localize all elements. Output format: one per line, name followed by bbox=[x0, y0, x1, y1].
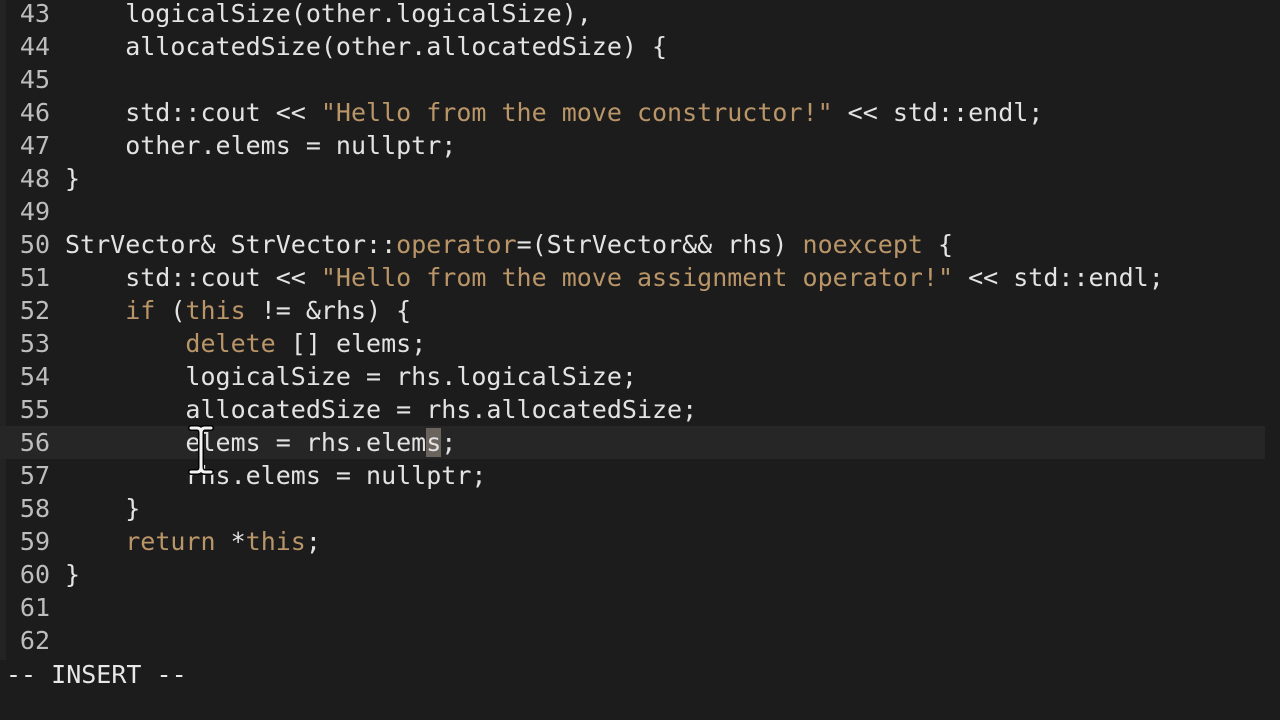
line-number: 52 bbox=[19, 296, 50, 325]
code-token: other.elems = nullptr; bbox=[65, 131, 457, 160]
code-token: return bbox=[125, 527, 216, 556]
code-line[interactable]: 49 bbox=[0, 195, 1265, 228]
line-code[interactable]: } bbox=[65, 558, 80, 591]
line-number: 50 bbox=[19, 230, 50, 259]
text-cursor: s bbox=[426, 428, 442, 457]
text-cursor-ibeam-icon bbox=[188, 425, 214, 475]
code-line[interactable]: 53 delete [] elems; bbox=[0, 327, 1265, 360]
line-code[interactable]: return *this; bbox=[65, 525, 321, 558]
code-token: delete bbox=[185, 329, 276, 358]
line-code[interactable]: allocatedSize(other.allocatedSize) { bbox=[65, 30, 667, 63]
code-token: "Hello from the move constructor!" bbox=[320, 98, 833, 127]
code-line[interactable]: 51 std::cout << "Hello from the move ass… bbox=[0, 261, 1265, 294]
line-number: 59 bbox=[19, 527, 50, 556]
line-code[interactable]: delete [] elems; bbox=[65, 327, 426, 360]
code-line[interactable]: 54 logicalSize = rhs.logicalSize; bbox=[0, 360, 1265, 393]
line-code[interactable]: other.elems = nullptr; bbox=[65, 129, 456, 162]
code-token: this bbox=[245, 527, 306, 556]
line-number: 46 bbox=[19, 98, 50, 127]
line-number: 57 bbox=[19, 461, 50, 490]
code-token: =(StrVector&& rhs) bbox=[516, 230, 803, 259]
line-code[interactable]: std::cout << "Hello from the move assign… bbox=[65, 261, 1164, 294]
line-code[interactable]: std::cout << "Hello from the move constr… bbox=[65, 96, 1043, 129]
line-number: 61 bbox=[19, 593, 50, 622]
code-token: elems = rhs.elem bbox=[65, 428, 427, 457]
line-number: 51 bbox=[19, 263, 50, 292]
code-token: noexcept bbox=[802, 230, 923, 259]
line-number: 44 bbox=[19, 32, 50, 61]
code-token: << std::endl; bbox=[832, 98, 1044, 127]
line-number: 55 bbox=[19, 395, 50, 424]
code-editor[interactable]: 43 logicalSize(other.logicalSize), 44 all… bbox=[0, 0, 1280, 720]
code-token: rhs.elems = nullptr; bbox=[65, 461, 487, 490]
code-token: ; bbox=[305, 527, 321, 556]
line-number: 48 bbox=[19, 164, 50, 193]
code-line[interactable]: 44 allocatedSize(other.allocatedSize) { bbox=[0, 30, 1265, 63]
code-line[interactable]: 60} bbox=[0, 558, 1265, 591]
code-token: std::cout << bbox=[65, 263, 321, 292]
line-number: 47 bbox=[19, 131, 50, 160]
line-number: 58 bbox=[19, 494, 50, 523]
code-token: operator bbox=[396, 230, 517, 259]
code-token: StrVector& StrVector:: bbox=[65, 230, 397, 259]
line-number: 60 bbox=[19, 560, 50, 589]
code-token: this bbox=[185, 296, 246, 325]
line-code[interactable]: logicalSize(other.logicalSize), bbox=[65, 0, 592, 30]
code-line[interactable]: 62 bbox=[0, 624, 1265, 657]
line-number: 43 bbox=[19, 0, 50, 28]
code-token: [] elems; bbox=[275, 329, 427, 358]
code-line[interactable]: 55 allocatedSize = rhs.allocatedSize; bbox=[0, 393, 1265, 426]
line-number: 49 bbox=[19, 197, 50, 226]
code-line[interactable]: 59 return *this; bbox=[0, 525, 1265, 558]
line-code[interactable]: elems = rhs.elems; bbox=[65, 426, 456, 459]
code-token: if bbox=[125, 296, 156, 325]
mode-indicator: -- INSERT -- bbox=[6, 660, 187, 689]
code-token: logicalSize = rhs.logicalSize; bbox=[65, 362, 637, 391]
line-code[interactable]: } bbox=[65, 162, 80, 195]
code-token: } bbox=[65, 560, 81, 589]
line-code[interactable]: if (this != &rhs) { bbox=[65, 294, 411, 327]
line-number: 45 bbox=[19, 65, 50, 94]
line-number: 62 bbox=[19, 626, 50, 655]
code-line[interactable]: 43 logicalSize(other.logicalSize), bbox=[0, 0, 1265, 30]
code-token: allocatedSize = rhs.allocatedSize; bbox=[65, 395, 698, 424]
code-token: { bbox=[922, 230, 954, 259]
code-line[interactable]: 48} bbox=[0, 162, 1265, 195]
line-code[interactable]: } bbox=[65, 492, 140, 525]
line-code[interactable]: logicalSize = rhs.logicalSize; bbox=[65, 360, 637, 393]
code-line[interactable]: 50 StrVector& StrVector::operator=(StrVec… bbox=[0, 228, 1265, 261]
code-token: << std::endl; bbox=[953, 263, 1164, 292]
line-code[interactable]: StrVector& StrVector::operator=(StrVecto… bbox=[65, 228, 953, 261]
code-token: logicalSize(other.logicalSize), bbox=[65, 0, 592, 28]
code-line[interactable]: 46 std::cout << "Hello from the move con… bbox=[0, 96, 1265, 129]
code-token: != &rhs) { bbox=[245, 296, 412, 325]
code-token: ( bbox=[155, 296, 186, 325]
code-line[interactable]: 47 other.elems = nullptr; bbox=[0, 129, 1265, 162]
code-token: } bbox=[65, 494, 141, 523]
code-token: "Hello from the move assignment operator… bbox=[320, 263, 954, 292]
code-token: std::cout << bbox=[65, 98, 321, 127]
code-token: allocatedSize(other.allocatedSize) { bbox=[65, 32, 668, 61]
code-line[interactable]: 58 } bbox=[0, 492, 1265, 525]
code-line[interactable]: 52 if (this != &rhs) { bbox=[0, 294, 1265, 327]
line-code[interactable]: allocatedSize = rhs.allocatedSize; bbox=[65, 393, 697, 426]
code-token: * bbox=[215, 527, 246, 556]
code-token: } bbox=[65, 164, 81, 193]
line-number: 54 bbox=[19, 362, 50, 391]
line-number: 56 bbox=[19, 428, 50, 457]
code-token: ; bbox=[441, 428, 457, 457]
line-number: 53 bbox=[19, 329, 50, 358]
code-line[interactable]: 61 bbox=[0, 591, 1265, 624]
code-line[interactable]: 45 bbox=[0, 63, 1265, 96]
line-code[interactable]: rhs.elems = nullptr; bbox=[65, 459, 486, 492]
